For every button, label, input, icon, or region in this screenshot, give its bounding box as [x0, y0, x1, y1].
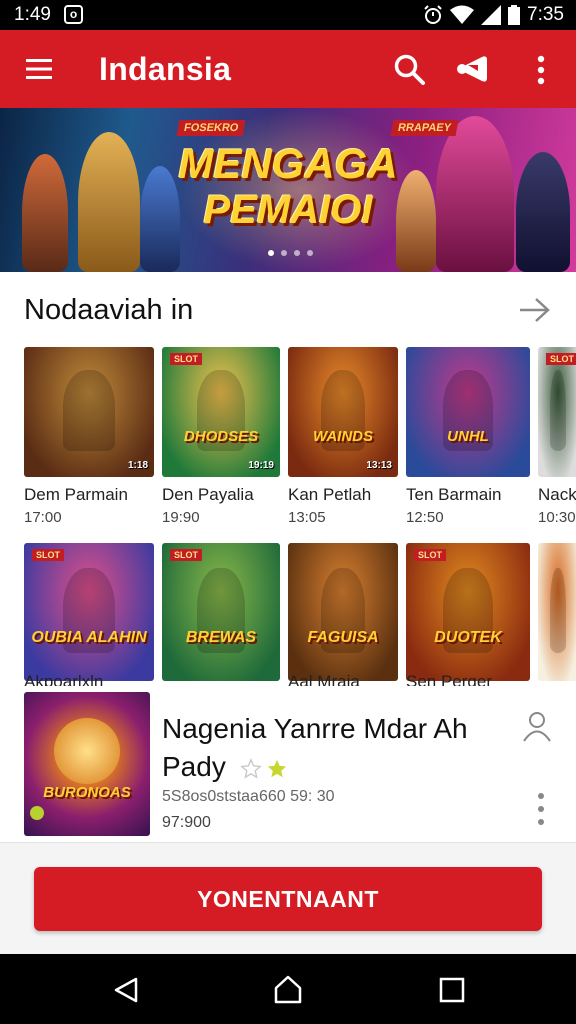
banner-dot[interactable] [281, 250, 287, 256]
game-logo: OUBIA ALAHIN [31, 629, 147, 646]
game-card[interactable]: 1:18 Dem Parmain 17:00 [24, 347, 154, 533]
game-card[interactable]: WAINDS 13:13 Kan Petlah 13:05 [288, 347, 398, 533]
game-badge: SLOT [170, 353, 202, 365]
game-thumbnail[interactable] [538, 543, 576, 681]
app-bar: Indansia [0, 30, 576, 108]
game-character [550, 567, 566, 654]
game-corner-label: 13:13 [366, 460, 392, 471]
featured-meta: 5S8os0ststaa660 59: 30 [162, 788, 335, 805]
search-icon[interactable] [392, 52, 426, 86]
game-logo: WAINDS [313, 428, 373, 445]
signal-icon [481, 5, 502, 25]
game-corner-label: 19:19 [248, 460, 274, 471]
game-logo: UNHL [447, 428, 489, 445]
banner-title-line1: MENGAGA [178, 140, 398, 187]
game-badge: SLOT [546, 353, 576, 365]
game-logo: DHODSES [183, 428, 259, 445]
game-character [63, 370, 115, 451]
featured-title-line1: Nagenia Yanrre Mdar Ah [162, 713, 468, 744]
notification-icon: o [64, 5, 83, 24]
banner-title-line2: PEMAIOI [203, 188, 373, 232]
game-name: Ten Barmain [406, 485, 502, 504]
game-card[interactable]: SLOT DHODSES 19:19 Den Payalia 19:90 [162, 347, 280, 533]
alarm-icon [424, 5, 442, 24]
game-name: Den Payalia [162, 485, 254, 504]
featured-thumbnail[interactable]: BURONOAS [24, 692, 150, 836]
section-title: Nodaaviah in [24, 294, 194, 326]
home-icon[interactable] [272, 974, 304, 1006]
battery-icon [508, 5, 521, 25]
primary-action-button[interactable]: YONENTNAANT [34, 867, 542, 931]
banner-tag-right: RRAPAEY [390, 120, 459, 136]
featured-title: Nagenia Yanrre Mdar Ah Pady [162, 710, 502, 786]
game-badge: SLOT [32, 549, 64, 561]
game-thumbnail[interactable]: FAGUISA [288, 543, 398, 681]
hero-banner[interactable]: FOSEKRO RRAPAEY MENGAGA PEMAIOI [0, 108, 576, 272]
game-thumbnail[interactable]: UNHL [406, 347, 530, 477]
game-card[interactable]: UNHL Ten Barmain 12:50 [406, 347, 530, 533]
game-logo: FAGUISA [307, 629, 379, 646]
app-title: Indansia [99, 51, 232, 87]
share-icon[interactable] [454, 51, 490, 87]
banner-pagination [268, 250, 313, 256]
game-badge: SLOT [414, 549, 446, 561]
featured-thumb-logo: BURONOAS [43, 784, 131, 801]
game-time: 10:30 [538, 509, 576, 526]
game-name: Dem Parmain [24, 485, 128, 504]
game-card[interactable]: SLOT Nack 10:30 [538, 347, 576, 533]
game-time: 17:00 [24, 509, 62, 526]
status-time-left: 1:49 [14, 4, 51, 25]
arrow-right-icon[interactable] [518, 296, 552, 324]
game-logo: BREWAS [185, 629, 257, 646]
game-thumbnail[interactable]: 1:18 [24, 347, 154, 477]
status-bar: 1:49 o 7:35 [0, 0, 576, 30]
game-time: 13:05 [288, 509, 326, 526]
more-vert-icon[interactable] [530, 54, 552, 86]
featured-title-line2: Pady [162, 751, 226, 782]
game-thumbnail[interactable]: WAINDS 13:13 [288, 347, 398, 477]
user-icon[interactable] [522, 710, 552, 742]
rating-stars [239, 757, 288, 780]
featured-number: 97:900 [162, 814, 211, 831]
star-empty-icon [239, 757, 262, 779]
recents-icon[interactable] [438, 976, 466, 1004]
back-icon[interactable] [112, 976, 140, 1004]
game-time: 12:50 [406, 509, 444, 526]
game-badge: SLOT [170, 549, 202, 561]
system-nav-bar [0, 954, 576, 1024]
coin-icon [30, 806, 44, 820]
banner-dot[interactable] [294, 250, 300, 256]
game-thumbnail[interactable]: SLOT OUBIA ALAHIN [24, 543, 154, 681]
featured-game[interactable]: BURONOAS Nagenia Yanrre Mdar Ah Pady 5S8… [0, 686, 576, 842]
game-logo: DUOTEK [434, 629, 502, 646]
banner-dot[interactable] [268, 250, 274, 256]
status-time-right: 7:35 [527, 4, 564, 25]
menu-icon[interactable] [24, 56, 54, 82]
game-thumbnail[interactable]: SLOT [538, 347, 576, 477]
banner-tag-left: FOSEKRO [176, 120, 246, 136]
star-filled-icon [267, 759, 286, 777]
game-name: Nack [538, 485, 576, 504]
game-thumbnail[interactable]: SLOT BREWAS [162, 543, 280, 681]
game-time: 19:90 [162, 509, 200, 526]
banner-dot[interactable] [307, 250, 313, 256]
game-thumbnail[interactable]: SLOT DUOTEK [406, 543, 530, 681]
bottom-action-area: YONENTNAANT [0, 842, 576, 954]
game-thumbnail[interactable]: SLOT DHODSES 19:19 [162, 347, 280, 477]
content-area: Nodaaviah in 1:18 Dem Parmain 17:00 SLOT DHO… [0, 272, 576, 842]
status-icons: 7:35 [423, 3, 564, 27]
featured-art [54, 718, 120, 784]
game-character [550, 370, 566, 451]
more-vert-icon[interactable] [534, 790, 548, 830]
game-name: Kan Petlah [288, 485, 372, 504]
game-corner-label: 1:18 [127, 460, 148, 471]
wifi-icon [450, 5, 475, 24]
